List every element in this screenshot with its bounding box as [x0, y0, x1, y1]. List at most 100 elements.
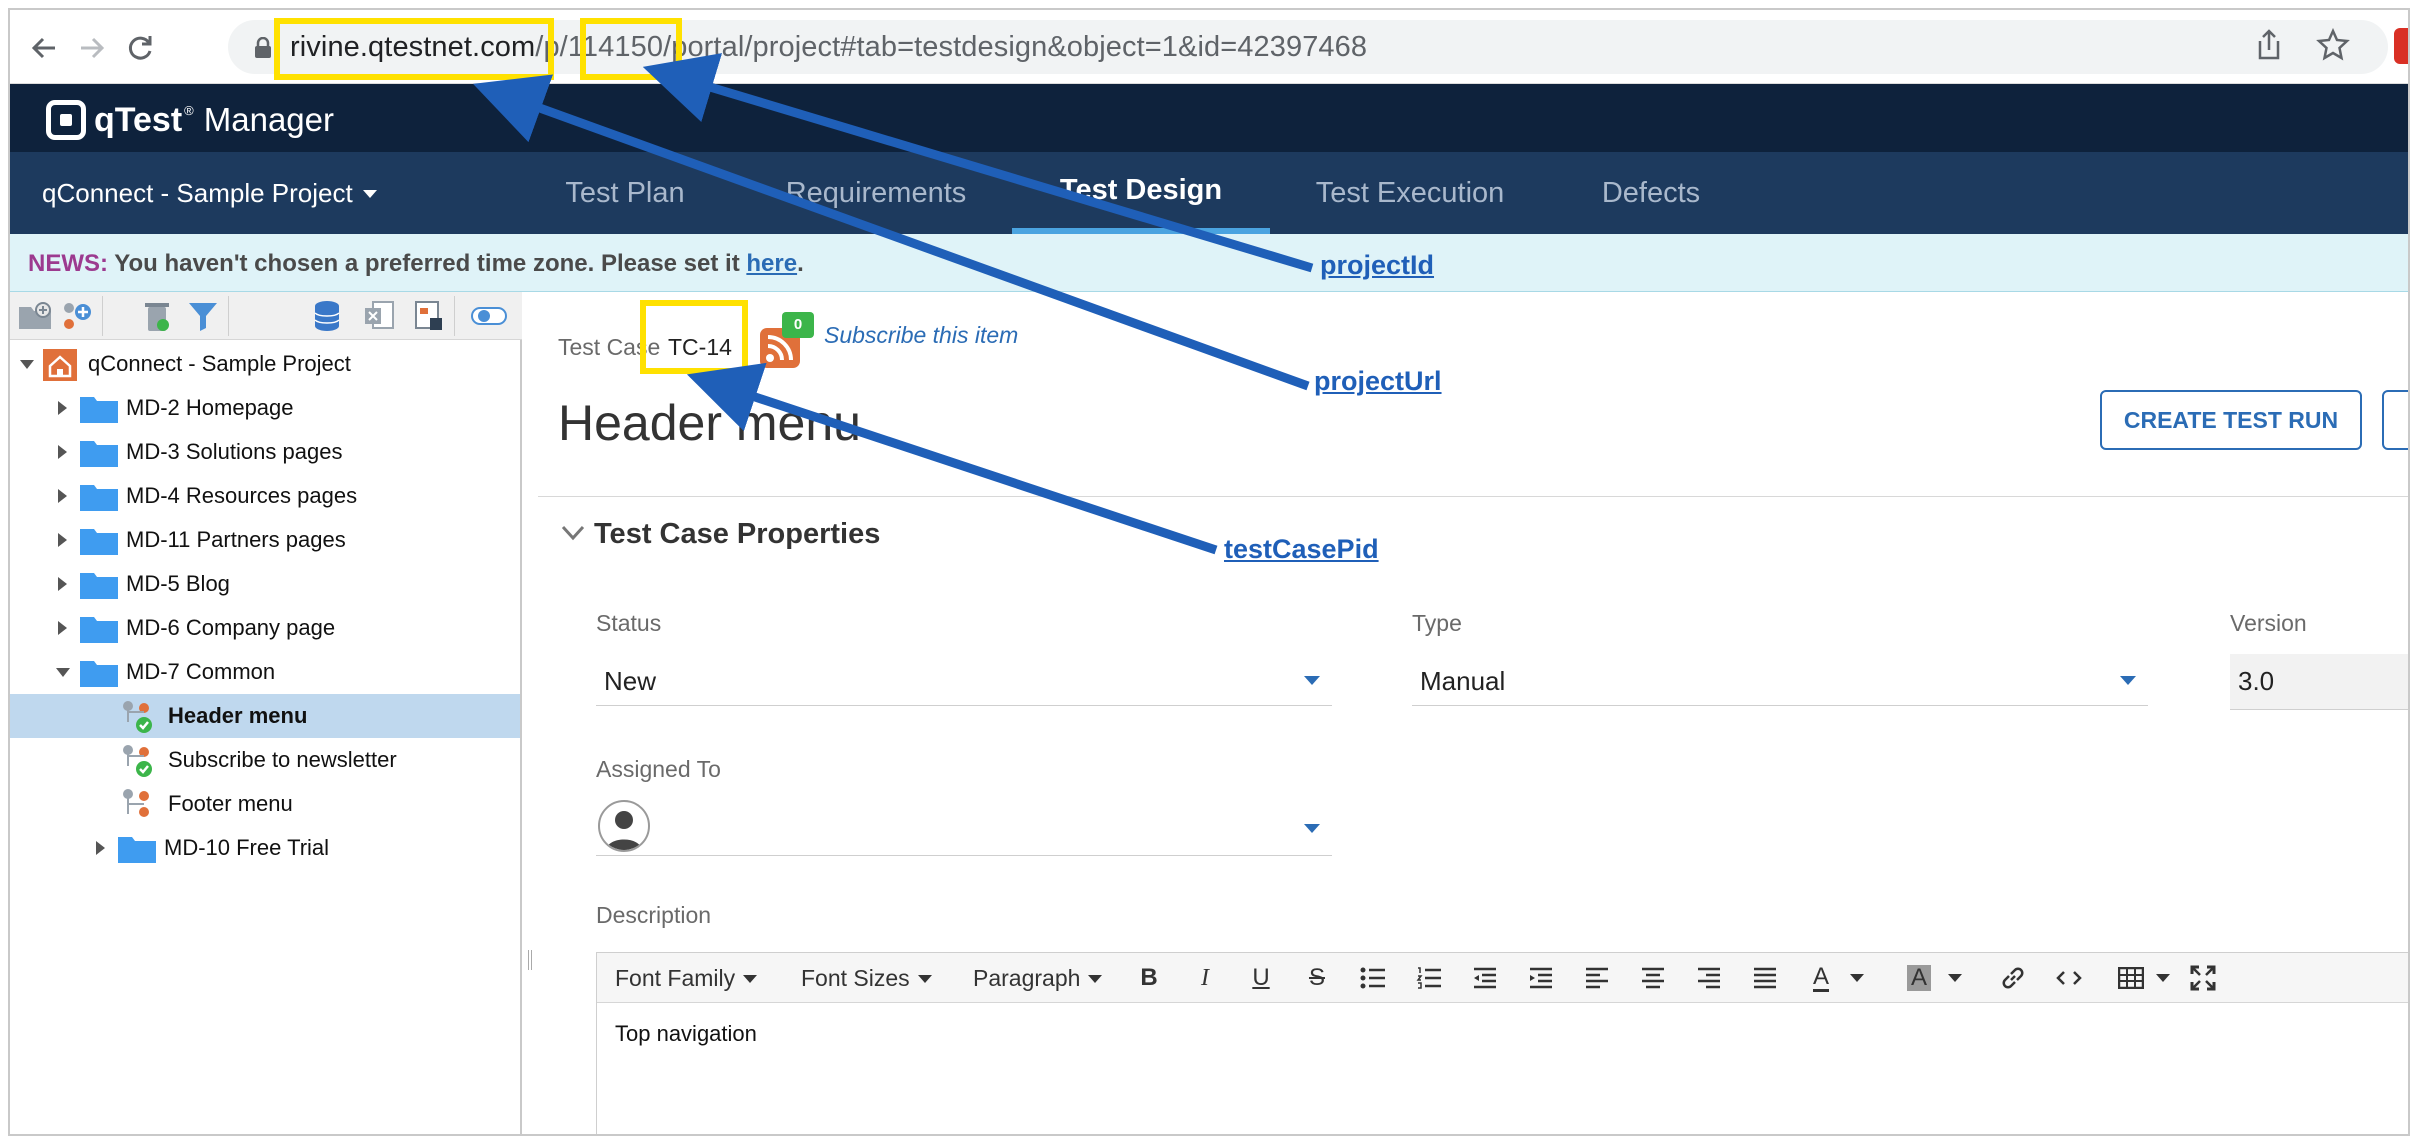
delete-button[interactable] — [136, 298, 178, 334]
tree-folder[interactable]: MD-2 Homepage — [10, 386, 520, 430]
folder-icon — [80, 573, 118, 599]
tree-root[interactable]: qConnect - Sample Project — [10, 342, 520, 386]
bookmark-star-icon[interactable] — [2316, 28, 2350, 62]
tab-requirements[interactable]: Requirements — [766, 152, 986, 234]
assigned-to-select[interactable] — [596, 796, 1332, 856]
insert-table-button[interactable] — [2115, 963, 2147, 993]
table-dropdown[interactable] — [2147, 963, 2179, 993]
caret-down-icon — [2156, 974, 2170, 982]
tree-folder-expanded[interactable]: MD-7 Common — [10, 650, 520, 694]
justify-button[interactable] — [1749, 963, 1781, 993]
collapse-icon[interactable] — [56, 668, 70, 677]
tab-test-execution[interactable]: Test Execution — [1300, 152, 1520, 234]
expand-icon[interactable] — [58, 401, 67, 415]
outdent-icon — [1474, 967, 1496, 989]
tree-test-case-selected[interactable]: Header menu — [10, 694, 520, 738]
section-title[interactable]: Test Case Properties — [594, 518, 880, 551]
fullscreen-button[interactable] — [2187, 963, 2219, 993]
expand-icon[interactable] — [58, 489, 67, 503]
indent-icon — [1530, 967, 1552, 989]
expand-icon[interactable] — [96, 841, 105, 855]
source-code-button[interactable] — [2053, 963, 2085, 993]
extension-icon[interactable] — [2394, 28, 2408, 64]
paragraph-dropdown[interactable]: Paragraph — [973, 965, 1103, 992]
tab-test-plan[interactable]: Test Plan — [540, 152, 710, 234]
expand-icon[interactable] — [58, 445, 67, 459]
italic-button[interactable]: I — [1189, 963, 1221, 993]
filter-button[interactable] — [182, 298, 224, 334]
text-color-dropdown[interactable] — [1841, 963, 1873, 993]
toggle-button[interactable] — [468, 298, 510, 334]
tab-defects[interactable]: Defects — [1586, 152, 1716, 234]
tree-test-case-label: Header menu — [168, 703, 308, 728]
strikethrough-button[interactable]: S — [1301, 963, 1333, 993]
panel-resize-handle[interactable] — [528, 950, 532, 970]
test-case-title[interactable]: Header menu — [558, 394, 861, 452]
expand-icon[interactable] — [58, 621, 67, 635]
expand-icon[interactable] — [58, 533, 67, 547]
align-center-button[interactable] — [1637, 963, 1669, 993]
numbered-list-button[interactable] — [1413, 963, 1445, 993]
bold-button[interactable]: B — [1133, 963, 1165, 993]
create-test-run-button[interactable]: CREATE TEST RUN — [2100, 390, 2362, 450]
share-icon[interactable] — [2254, 28, 2284, 62]
avatar-icon — [598, 800, 650, 852]
back-button[interactable] — [24, 28, 64, 68]
new-folder-button[interactable] — [14, 298, 56, 334]
expand-icon[interactable] — [58, 577, 67, 591]
chevron-down-icon[interactable] — [560, 524, 586, 542]
tree-folder[interactable]: MD-3 Solutions pages — [10, 430, 520, 474]
font-sizes-dropdown[interactable]: Font Sizes — [801, 965, 932, 992]
reload-button[interactable] — [120, 28, 160, 68]
text-color-button[interactable]: A — [1805, 963, 1837, 993]
tree-test-case-label: Subscribe to newsletter — [168, 747, 397, 772]
background-color-button[interactable]: A — [1903, 963, 1935, 993]
excel-icon — [365, 301, 394, 329]
outdent-button[interactable] — [1469, 963, 1501, 993]
tree-folder[interactable]: MD-4 Resources pages — [10, 474, 520, 518]
folder-icon — [80, 617, 118, 643]
tree-panel: qConnect - Sample Project MD-2 Homepage … — [10, 292, 522, 1134]
description-text[interactable]: Top navigation — [615, 1021, 757, 1047]
report-button[interactable] — [408, 298, 450, 334]
align-right-button[interactable] — [1693, 963, 1725, 993]
export-excel-button[interactable] — [358, 298, 400, 334]
forward-button[interactable] — [72, 28, 112, 68]
align-left-button[interactable] — [1581, 963, 1613, 993]
qtest-logo[interactable]: qTest ® Manager — [46, 100, 334, 140]
status-select[interactable]: New — [596, 654, 1332, 706]
tree-folder[interactable]: MD-6 Company page — [10, 606, 520, 650]
database-button[interactable] — [306, 298, 348, 334]
background-color-dropdown[interactable] — [1939, 963, 1971, 993]
test-case-approved-icon — [123, 701, 152, 733]
type-select[interactable]: Manual — [1412, 654, 2148, 706]
assigned-to-label: Assigned To — [596, 756, 721, 782]
font-family-dropdown[interactable]: Font Family — [615, 965, 758, 992]
tree-folder-label: MD-11 Partners pages — [126, 527, 346, 552]
tree-test-case[interactable]: Footer menu — [10, 782, 520, 826]
timezone-link[interactable]: here — [746, 250, 797, 277]
description-editor[interactable]: Font Family Font Sizes Paragraph B I U S… — [596, 952, 2408, 1134]
tree-test-case[interactable]: Subscribe to newsletter — [10, 738, 520, 782]
font-sizes-label: Font Sizes — [801, 965, 910, 991]
subscribe-link[interactable]: Subscribe this item — [824, 322, 1018, 349]
secondary-action-button[interactable] — [2382, 390, 2408, 450]
subscriber-count-badge: 0 — [782, 312, 814, 338]
project-selector[interactable]: qConnect - Sample Project — [42, 178, 377, 209]
status-value: New — [604, 666, 657, 696]
tree-folder[interactable]: MD-5 Blog — [10, 562, 520, 606]
divider — [538, 496, 2408, 497]
tree-folder[interactable]: MD-11 Partners pages — [10, 518, 520, 562]
underline-button[interactable]: U — [1245, 963, 1277, 993]
product-name: Manager — [203, 101, 334, 138]
insert-link-button[interactable] — [1997, 963, 2029, 993]
url-path-rest: /portal/project#tab=testdesign&object=1&… — [663, 31, 1368, 63]
new-test-case-button[interactable] — [58, 298, 100, 334]
tab-test-design[interactable]: Test Design — [1012, 152, 1270, 234]
collapse-icon[interactable] — [20, 360, 34, 369]
tree-folder[interactable]: MD-10 Free Trial — [10, 826, 520, 870]
database-icon — [314, 301, 340, 331]
highlight-box-host — [274, 18, 554, 80]
bullet-list-button[interactable] — [1357, 963, 1389, 993]
indent-button[interactable] — [1525, 963, 1557, 993]
